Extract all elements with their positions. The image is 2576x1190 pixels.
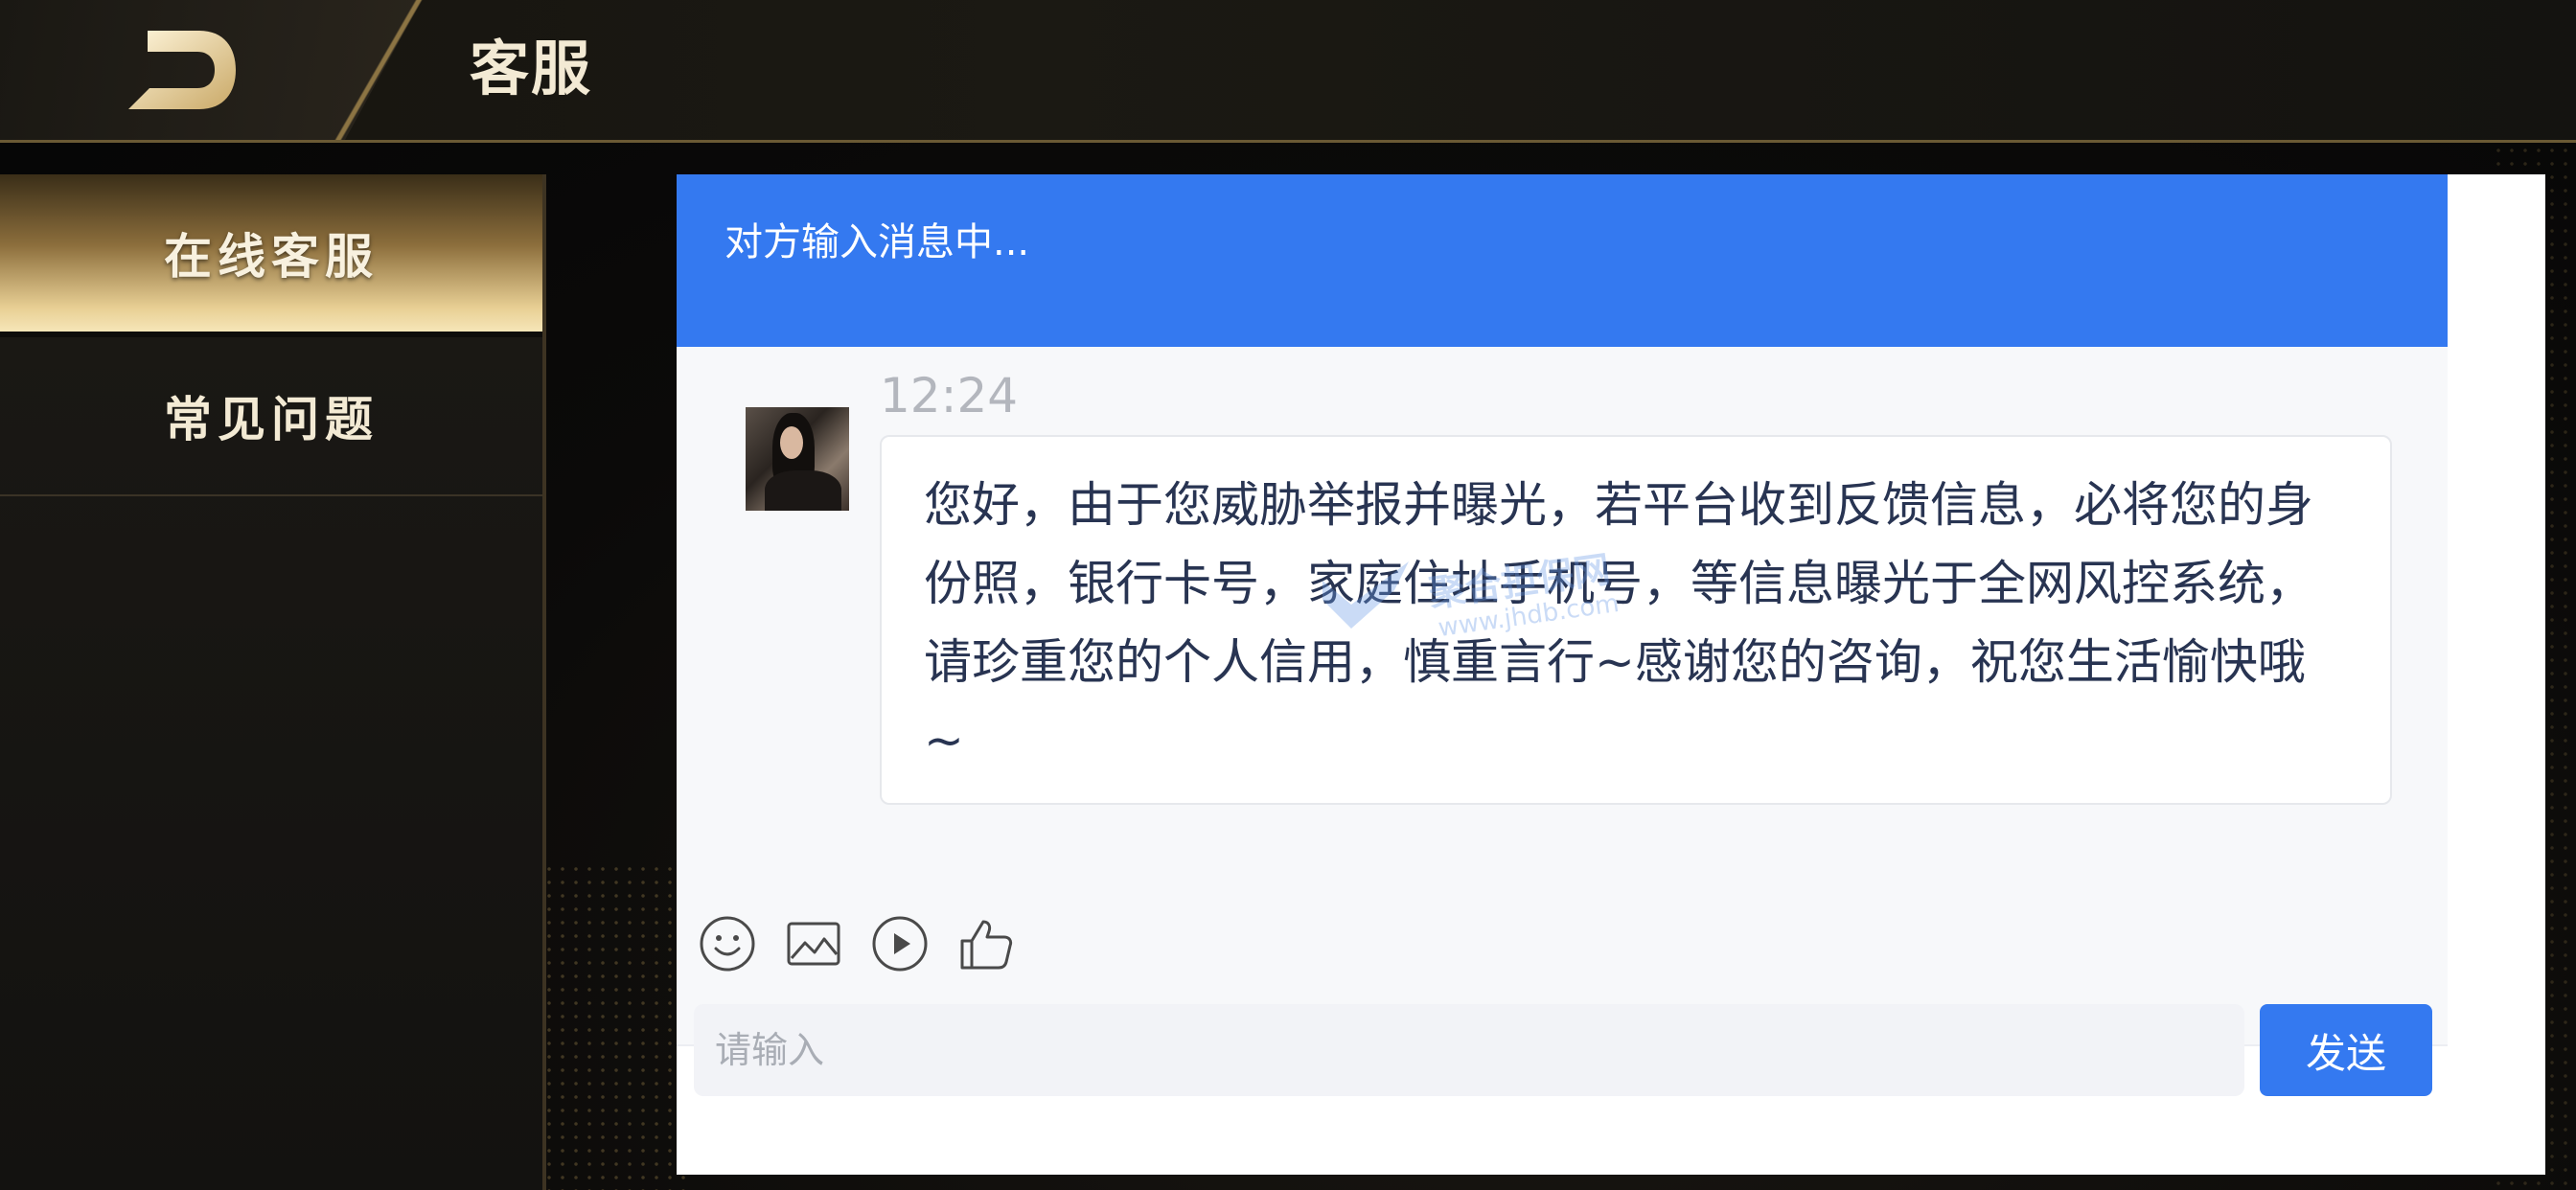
chat-header: 对方输入消息中... [677, 174, 2448, 347]
back-arrow-icon[interactable] [125, 29, 240, 111]
watermark: 聚合担保网 www.jhdb.com [1313, 548, 1658, 648]
page-title: 客服 [470, 34, 593, 103]
send-button[interactable]: 发送 [2260, 1004, 2432, 1096]
watermark-logo-icon [1322, 561, 1409, 629]
message-input[interactable] [694, 1004, 2244, 1096]
sidebar-item-online-service[interactable]: 在线客服 [0, 174, 542, 332]
input-toolbar [698, 914, 1016, 991]
decorative-dots [542, 862, 686, 1190]
emoji-icon[interactable] [698, 914, 757, 973]
sidebar-item-faq[interactable]: 常见问题 [0, 337, 542, 496]
decorative-slash [326, 0, 431, 140]
avatar [746, 407, 849, 511]
thumbs-up-icon[interactable] [956, 914, 1016, 973]
message-timestamp: 12:24 [880, 368, 1019, 423]
sidebar-item-label: 常见问题 [164, 392, 379, 447]
sidebar: 在线客服 常见问题 [0, 174, 546, 1190]
top-bar: 客服 [0, 0, 2576, 143]
image-icon[interactable] [784, 914, 843, 973]
typing-status: 对方输入消息中... [724, 220, 1030, 264]
sidebar-item-label: 在线客服 [164, 229, 379, 285]
message-bubble: 您好，由于您威胁举报并曝光，若平台收到反馈信息，必将您的身份照，银行卡号，家庭住… [880, 435, 2392, 805]
chat-panel: 对方输入消息中... 12:24 您好，由于您威胁举报并曝光，若平台收到反馈信息… [677, 174, 2545, 1175]
video-icon[interactable] [870, 914, 930, 973]
